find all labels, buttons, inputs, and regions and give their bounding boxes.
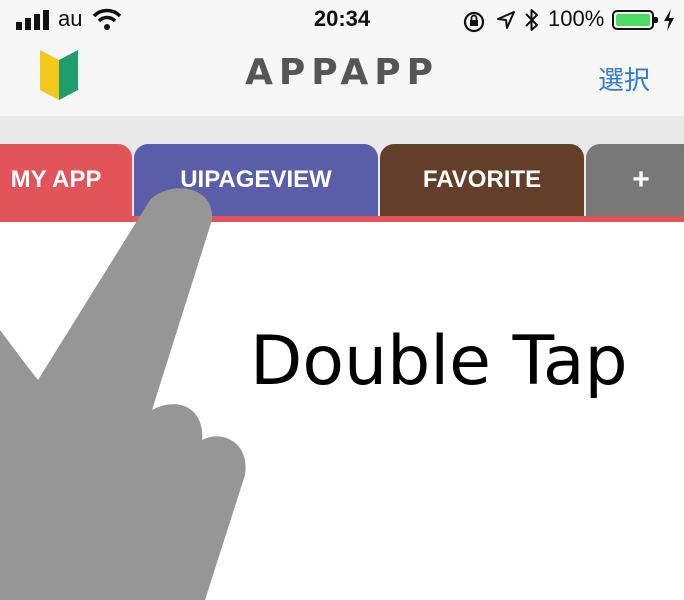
double-tap-caption: Double Tap xyxy=(250,322,628,401)
app-title: APPAPP xyxy=(245,52,439,93)
select-button[interactable]: 選択 xyxy=(598,60,650,97)
charging-bolt-icon xyxy=(664,9,674,31)
bluetooth-icon xyxy=(525,9,538,31)
battery-percentage: 100% xyxy=(548,6,605,31)
location-arrow-icon xyxy=(497,11,515,29)
battery-icon xyxy=(612,10,658,30)
orientation-lock-icon xyxy=(463,11,485,33)
